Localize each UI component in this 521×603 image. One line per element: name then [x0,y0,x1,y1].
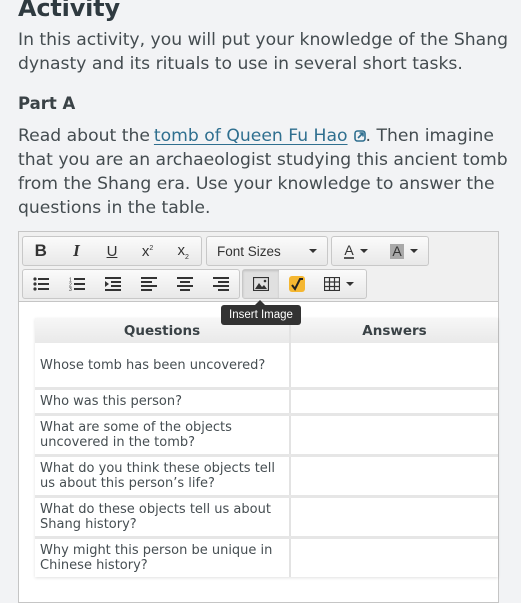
font-sizes-label: Font Sizes [217,243,281,259]
insert-image-tooltip: Insert Image [221,300,301,325]
indent-button[interactable] [95,270,131,298]
square-root-icon [289,276,305,292]
answer-cell[interactable] [290,343,498,389]
align-right-button[interactable] [203,270,239,298]
external-link-icon[interactable] [353,125,366,142]
image-icon [253,277,269,291]
text-color-button[interactable]: A [332,237,380,265]
align-left-icon [141,277,157,291]
bullet-list-icon [33,277,49,291]
background-color-icon: A [390,242,404,259]
paragraph-group: 123 [22,269,240,299]
table-row: Why might this person be unique in Chine… [35,536,498,577]
answer-cell[interactable] [290,536,498,577]
part-a-instructions: Read about the tomb of Queen Fu Hao. Then… [18,124,518,220]
chevron-down-icon [309,249,317,253]
question-cell: What do you think these objects tell us … [35,454,291,497]
background-color-button[interactable]: A [380,237,428,265]
underline-button[interactable]: U [94,237,130,265]
chevron-down-icon [409,249,418,253]
bullet-list-button[interactable] [23,270,59,298]
align-center-icon [177,277,193,291]
fu-hao-tomb-link[interactable]: tomb of Queen Fu Hao [154,126,348,146]
align-right-icon [213,277,229,291]
indent-icon [105,277,121,291]
answer-cell[interactable] [290,387,498,415]
question-cell: Why might this person be unique in Chine… [35,536,291,577]
table-row: Whose tomb has been uncovered? [35,343,498,389]
question-cell: Whose tomb has been uncovered? [35,343,291,389]
equation-button[interactable] [279,270,315,298]
align-center-button[interactable] [167,270,203,298]
numbered-list-icon: 123 [69,278,85,291]
rich-text-editor[interactable]: B I U x2 x2 Font Sizes A A 123 Insert Im… [18,231,499,603]
format-group: B I U x2 x2 [22,236,202,266]
insert-group [242,269,367,299]
instruction-text-start: Read about the [18,126,150,146]
table-row: Who was this person? [35,387,498,415]
italic-icon: I [73,241,80,260]
chevron-down-icon [346,282,354,286]
table-icon [324,277,340,291]
bold-icon: B [34,241,47,260]
color-group: A A [331,236,429,266]
chevron-down-icon [359,249,368,253]
italic-button[interactable]: I [59,237,95,265]
questions-table: Questions Answers Whose tomb has been un… [35,318,498,577]
editor-content[interactable]: Questions Answers Whose tomb has been un… [19,302,498,577]
answers-header: Answers [290,318,498,343]
align-left-button[interactable] [131,270,167,298]
table-row: What do you think these objects tell us … [35,454,498,497]
question-cell: Who was this person? [35,387,291,415]
question-cell: What are some of the objects uncovered i… [35,413,291,456]
underline-icon: U [106,242,118,260]
link-label[interactable]: tomb of Queen Fu Hao [154,126,348,146]
answer-cell[interactable] [290,454,498,497]
bold-button[interactable]: B [23,237,59,265]
superscript-button[interactable]: x2 [130,237,166,265]
table-row: What are some of the objects uncovered i… [35,413,498,456]
part-a-heading: Part A [18,94,76,113]
font-sizes-dropdown[interactable]: Font Sizes [206,236,328,266]
superscript-icon: x2 [141,242,154,260]
table-button[interactable] [315,270,363,298]
text-color-icon: A [344,241,354,259]
intro-text: In this activity, you will put your know… [18,30,509,74]
numbered-list-button[interactable]: 123 [59,270,95,298]
question-cell: What do these objects tell us about Shan… [35,495,291,538]
svg-text:3: 3 [69,287,72,291]
subscript-icon: x2 [177,241,189,261]
table-row: What do these objects tell us about Shan… [35,495,498,538]
subscript-button[interactable]: x2 [165,237,201,265]
page-title: Activity [18,0,120,22]
insert-image-button[interactable] [243,270,279,298]
answer-cell[interactable] [290,495,498,538]
answer-cell[interactable] [290,413,498,456]
editor-toolbar: B I U x2 x2 Font Sizes A A 123 [19,232,498,302]
